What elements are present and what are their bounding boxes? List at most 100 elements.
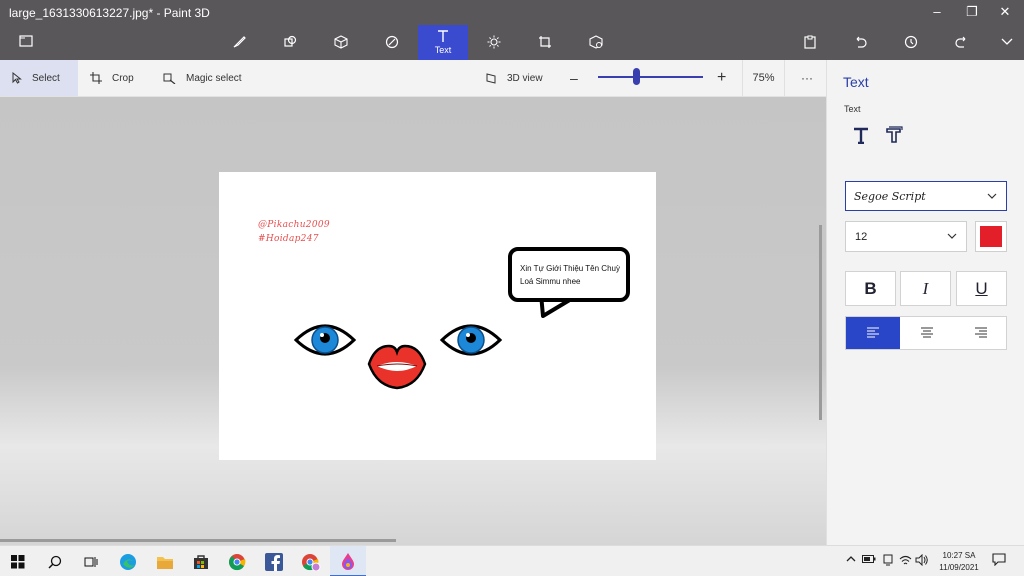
magic-select-button[interactable]: Magic select — [163, 60, 242, 96]
volume-button[interactable] — [915, 553, 929, 569]
font-dropdown[interactable]: Segoe Script — [845, 181, 1007, 211]
zoom-slider-thumb[interactable] — [633, 68, 640, 85]
lips-sticker[interactable] — [365, 340, 429, 392]
minimize-button[interactable]: – — [920, 2, 954, 24]
chevron-up-icon — [846, 556, 856, 562]
chevron-down-icon — [987, 193, 997, 199]
canvas-button[interactable] — [520, 25, 570, 60]
underline-button[interactable]: U — [956, 271, 1007, 306]
clock-time: 10:27 SA — [942, 551, 976, 560]
search-button[interactable] — [37, 546, 73, 576]
effects-button[interactable] — [469, 25, 519, 60]
facebook-button[interactable] — [256, 546, 292, 576]
zoom-level[interactable]: 75% — [742, 60, 785, 96]
stickers-button[interactable] — [367, 25, 417, 60]
3d-library-icon — [589, 35, 603, 49]
show-hidden-icons-button[interactable] — [846, 554, 856, 567]
more-icon: ··· — [801, 71, 813, 85]
crop-label: Crop — [112, 72, 134, 84]
align-left-icon — [867, 327, 879, 338]
plus-icon: + — [717, 69, 727, 86]
3d-text-button[interactable] — [885, 126, 903, 147]
3d-view-icon — [486, 73, 496, 84]
italic-button[interactable]: I — [900, 271, 951, 306]
left-eye-sticker[interactable] — [293, 318, 357, 362]
redo-button[interactable] — [937, 25, 987, 60]
chevron-down-icon — [947, 233, 957, 239]
system-clock[interactable]: 10:27 SA 11/09/2021 — [933, 550, 985, 574]
panel-title: Text — [843, 74, 869, 90]
store-button[interactable] — [183, 546, 219, 576]
drawing-canvas[interactable]: @Pikachu2009 #Hoidap247 Xin Tự Giới Thiệ… — [219, 172, 656, 460]
paste-button[interactable] — [785, 25, 835, 60]
font-size-value: 12 — [855, 231, 868, 243]
paint-3d-icon — [342, 552, 354, 570]
signature-line-2: #Hoidap247 — [258, 234, 319, 244]
facebook-icon — [265, 552, 283, 571]
more-options-button[interactable]: ··· — [801, 60, 813, 96]
text-color-picker[interactable] — [975, 221, 1007, 252]
brushes-icon — [233, 36, 246, 48]
start-button[interactable] — [0, 546, 36, 576]
3d-shapes-button[interactable] — [316, 25, 366, 60]
task-view-icon — [84, 556, 98, 567]
chrome-profile-icon — [302, 553, 321, 571]
plain-text-button[interactable] — [852, 126, 870, 147]
chrome-button[interactable] — [219, 546, 255, 576]
undo-button[interactable] — [835, 25, 885, 60]
minus-icon: – — [570, 70, 578, 86]
edge-icon — [120, 553, 136, 570]
notifications-button[interactable] — [992, 553, 1006, 569]
chrome-profile-button[interactable] — [293, 546, 329, 576]
battery-icon — [862, 555, 876, 563]
right-eye-sticker[interactable] — [439, 318, 503, 362]
cursor-icon — [12, 72, 22, 84]
3d-text-icon — [886, 126, 903, 143]
expand-button[interactable] — [982, 25, 1024, 60]
restore-button[interactable]: ❐ — [955, 2, 989, 24]
zoom-out-button[interactable]: – — [570, 60, 578, 96]
align-right-button[interactable] — [954, 317, 1008, 349]
plain-text-icon — [854, 127, 868, 145]
file-explorer-button[interactable] — [147, 546, 183, 576]
close-button[interactable]: ✕ — [988, 2, 1022, 24]
horizontal-scrollbar[interactable] — [0, 539, 396, 542]
edge-button[interactable] — [110, 546, 146, 576]
text-icon — [438, 30, 448, 42]
3d-library-button[interactable] — [571, 25, 621, 60]
vertical-scrollbar[interactable] — [819, 225, 822, 420]
stickers-icon — [385, 35, 399, 49]
brushes-button[interactable] — [214, 25, 264, 60]
2d-shapes-icon — [284, 35, 297, 47]
clock-date: 11/09/2021 — [939, 563, 979, 572]
start-icon — [11, 554, 25, 568]
redo-icon — [955, 36, 966, 48]
text-tool-label: Text — [434, 45, 452, 55]
3d-view-button[interactable]: 3D view — [485, 60, 543, 96]
battery-button[interactable] — [862, 554, 876, 567]
bold-button[interactable]: B — [845, 271, 896, 306]
wifi-button[interactable] — [899, 554, 912, 569]
align-left-button[interactable] — [846, 317, 900, 349]
3d-view-label: 3D view — [507, 72, 543, 84]
speech-bubble-text: Xin Tự Giới Thiệu Tên Chuỳ Loá Simmu nhe… — [520, 262, 630, 288]
chrome-icon — [229, 553, 246, 570]
history-button[interactable] — [886, 25, 936, 60]
font-size-dropdown[interactable]: 12 — [845, 221, 967, 252]
file-explorer-icon — [157, 556, 173, 569]
crop-icon — [90, 72, 102, 84]
text-tool-button[interactable]: Text — [418, 25, 468, 60]
pen-workspace-button[interactable] — [882, 554, 894, 569]
align-center-icon — [921, 327, 933, 338]
zoom-level-label: 75% — [752, 72, 775, 84]
menu-button[interactable] — [1, 25, 51, 60]
align-center-button[interactable] — [900, 317, 954, 349]
select-button[interactable]: Select — [0, 60, 78, 96]
paint-3d-button[interactable] — [330, 546, 366, 576]
2d-shapes-button[interactable] — [265, 25, 315, 60]
zoom-slider-track[interactable] — [598, 76, 703, 78]
speech-bubble[interactable]: Xin Tự Giới Thiệu Tên Chuỳ Loá Simmu nhe… — [508, 247, 630, 302]
crop-button[interactable]: Crop — [90, 60, 134, 96]
zoom-in-button[interactable]: + — [717, 60, 726, 96]
task-view-button[interactable] — [73, 546, 109, 576]
